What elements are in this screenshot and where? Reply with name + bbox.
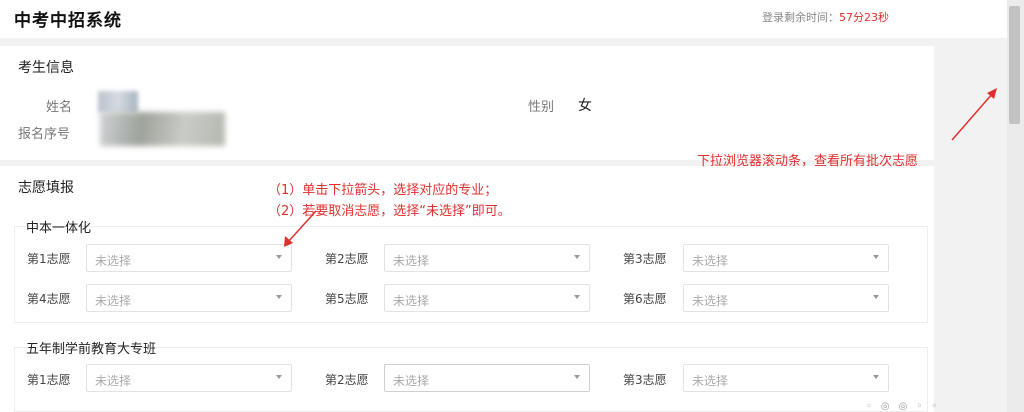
arrow-to-scrollbar-icon	[951, 88, 997, 141]
annotation-arrows	[284, 88, 997, 247]
arrow-to-dropdown-icon	[284, 210, 317, 247]
status-icons: ◦◎◎◦◦	[866, 401, 947, 412]
